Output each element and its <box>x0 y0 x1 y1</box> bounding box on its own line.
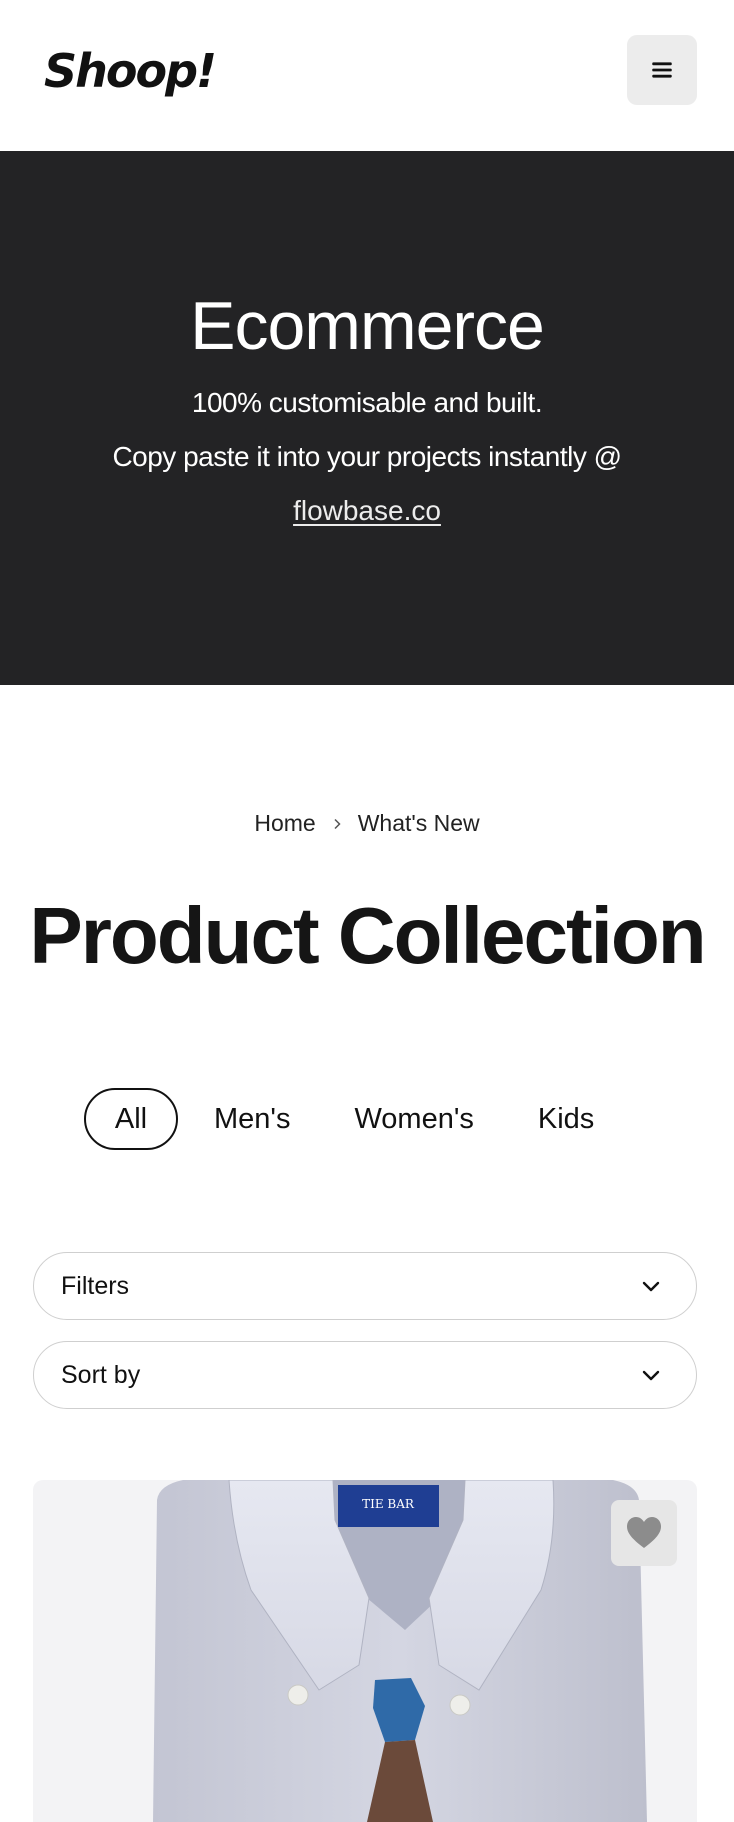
chevron-right-icon <box>334 818 341 829</box>
breadcrumb-home[interactable]: Home <box>254 810 315 837</box>
hero-link[interactable]: flowbase.co <box>293 495 441 526</box>
wishlist-button[interactable] <box>611 1500 677 1566</box>
logo[interactable]: Shoop! <box>44 44 217 98</box>
product-image[interactable]: TIE BAR <box>33 1480 697 1822</box>
product-card[interactable]: TIE BAR <box>33 1480 697 1822</box>
hero-description: Copy paste it into your projects instant… <box>112 441 622 472</box>
tab-mens[interactable]: Men's <box>214 1088 290 1150</box>
breadcrumb: Home What's New <box>0 810 734 837</box>
page-title: Product Collection <box>29 891 706 980</box>
hero-title: Ecommerce <box>190 288 545 364</box>
breadcrumb-current: What's New <box>357 810 480 836</box>
filters-label: Filters <box>61 1271 130 1300</box>
tab-womens[interactable]: Women's <box>354 1088 473 1150</box>
sort-dropdown[interactable]: Sort by <box>33 1341 697 1409</box>
menu-button[interactable] <box>627 35 697 105</box>
chevron-down-icon <box>642 1281 660 1292</box>
hamburger-menu-icon <box>652 62 672 78</box>
hero-subtitle: 100% customisable and built. <box>191 387 543 418</box>
category-tabs: All Men's Women's Kids <box>84 1088 594 1150</box>
sort-label: Sort by <box>61 1360 141 1389</box>
filters-dropdown[interactable]: Filters <box>33 1252 697 1320</box>
tab-all[interactable]: All <box>84 1088 178 1150</box>
hero-section: Ecommerce 100% customisable and built. C… <box>0 151 734 685</box>
brand-tag: TIE BAR <box>362 1497 415 1511</box>
heart-icon <box>627 1517 661 1548</box>
navbar: Shoop! <box>0 0 734 151</box>
chevron-down-icon <box>642 1370 660 1381</box>
tab-kids[interactable]: Kids <box>538 1088 594 1150</box>
